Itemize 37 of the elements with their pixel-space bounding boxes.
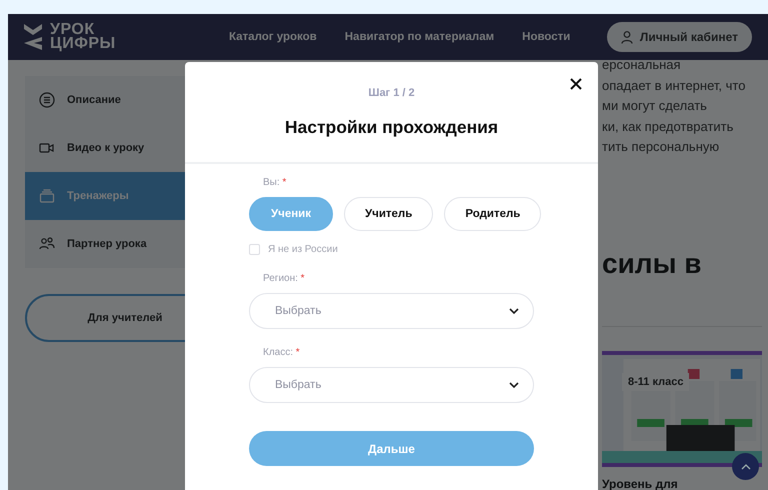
role-option[interactable]: Ученик — [249, 197, 333, 231]
people-icon — [39, 236, 55, 252]
close-icon — [569, 77, 583, 91]
scroll-up-button[interactable] — [732, 453, 759, 480]
user-icon — [620, 30, 633, 44]
logo-icon — [24, 24, 42, 50]
chevron-icon — [509, 308, 519, 314]
checkbox-label: Я не из России — [268, 244, 338, 255]
role-option[interactable]: Родитель — [444, 197, 542, 231]
body-text: ерсональная — [602, 56, 682, 74]
field-label: Регион: * — [262, 273, 306, 284]
select-field[interactable]: Выбрать — [249, 367, 534, 403]
nav-link[interactable]: Каталог уроков — [229, 31, 317, 43]
select-field[interactable]: Выбрать — [249, 293, 534, 329]
grade-badge: 8-11 класс — [622, 372, 690, 390]
role-option[interactable]: Учитель — [344, 197, 434, 231]
step-indicator: Шаг 1 / 2 — [368, 87, 415, 99]
section-heading: силы в — [602, 248, 702, 280]
list-icon — [39, 92, 55, 108]
body-text: тить персональную — [602, 138, 720, 156]
field-label: Класс: * — [262, 347, 301, 358]
body-text: ми могут сделать — [602, 97, 708, 115]
stack-icon — [39, 188, 55, 204]
dialog-title: Настройки прохождения — [284, 117, 498, 138]
nav-link[interactable]: Навигатор по материалам — [344, 31, 494, 43]
next-button[interactable]: Дальше — [249, 431, 534, 466]
card-title: Уровень для — [602, 476, 679, 490]
field-label: Вы: * — [262, 177, 288, 188]
chevron-icon — [509, 382, 519, 388]
nav-link[interactable]: Новости — [522, 31, 570, 43]
close-button[interactable] — [569, 77, 583, 91]
logo-text: УРОК ЦИФРЫ — [50, 23, 116, 51]
account-button[interactable]: Личный кабинет — [606, 22, 752, 52]
checkbox[interactable] — [249, 244, 260, 255]
body-text: опадает в интернет, что — [602, 76, 746, 95]
chevron-up-icon — [740, 464, 750, 470]
body-text: ки, как предотвратить — [602, 118, 734, 136]
